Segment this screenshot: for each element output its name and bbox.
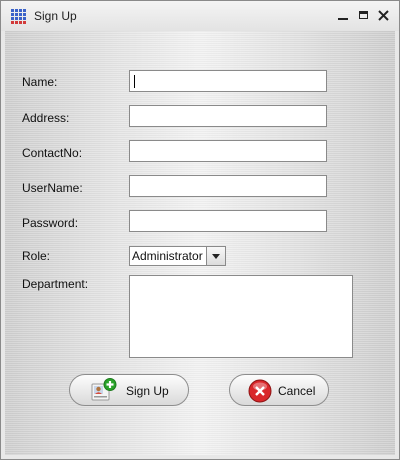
minimize-button[interactable] [335, 7, 351, 23]
role-selected-value: Administrator [132, 249, 203, 263]
form-panel: Name: Address: ContactNo: UserName: Pass… [5, 31, 395, 455]
address-field[interactable] [129, 105, 327, 127]
cancel-label: Cancel [278, 384, 316, 398]
add-user-icon [91, 378, 117, 401]
maximize-icon [358, 11, 368, 19]
role-label: Role: [22, 249, 51, 263]
role-dropdown-button[interactable] [206, 247, 225, 265]
maximize-button[interactable] [355, 7, 371, 23]
sign-up-label: Sign Up [126, 384, 169, 398]
chevron-down-icon [212, 253, 220, 259]
name-field[interactable] [129, 70, 327, 92]
cancel-button[interactable]: Cancel [229, 374, 329, 406]
window-title: Sign Up [34, 9, 77, 23]
password-field[interactable] [129, 210, 327, 232]
contact-field[interactable] [129, 140, 327, 162]
username-field[interactable] [129, 175, 327, 197]
name-label: Name: [22, 75, 58, 89]
department-label: Department: [22, 277, 89, 291]
title-bar[interactable]: Sign Up [1, 1, 399, 31]
password-label: Password: [22, 216, 79, 230]
sign-up-button[interactable]: Sign Up [69, 374, 189, 406]
text-caret [134, 75, 135, 88]
close-button[interactable] [375, 7, 391, 23]
close-icon [377, 9, 389, 21]
minimize-icon [338, 18, 348, 20]
username-label: UserName: [22, 181, 83, 195]
role-select[interactable]: Administrator [129, 246, 226, 266]
address-label: Address: [22, 111, 70, 125]
cancel-icon [248, 379, 272, 403]
contact-label: ContactNo: [22, 146, 83, 160]
department-textarea[interactable] [129, 275, 353, 358]
grid-app-icon [11, 9, 26, 24]
signup-window: Sign Up Name: Address: ContactNo: UserNa… [0, 0, 400, 460]
